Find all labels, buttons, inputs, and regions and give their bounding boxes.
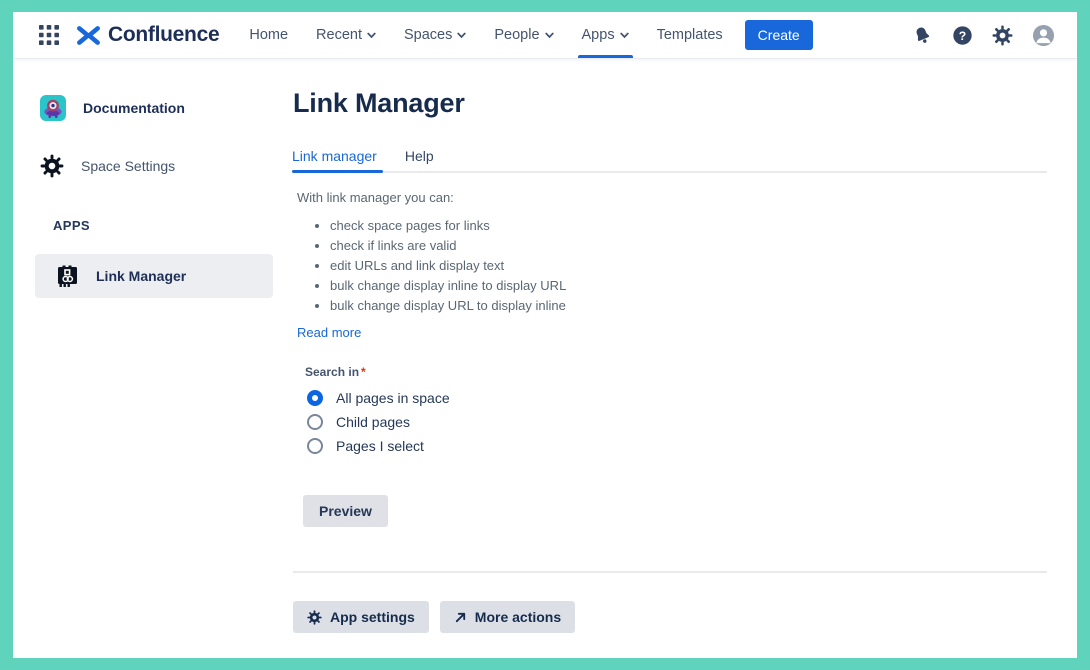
page-title: Link Manager: [293, 88, 1047, 119]
app-switcher-icon[interactable]: [39, 25, 59, 45]
navbar-right-icons: ?: [912, 24, 1055, 47]
documentation-space-icon: [40, 95, 66, 121]
chevron-down-icon: [457, 32, 466, 39]
sidebar-item-label: Documentation: [83, 100, 185, 116]
confluence-wordmark: Confluence: [108, 23, 219, 47]
radio-button[interactable]: [307, 414, 323, 430]
arrow-up-right-icon: [454, 611, 467, 624]
main-panel: Link Manager Link manager Help With link…: [281, 58, 1077, 658]
create-button[interactable]: Create: [745, 20, 813, 50]
primary-nav: Home Recent Spaces People Apps Templates: [235, 12, 736, 58]
nav-item-spaces[interactable]: Spaces: [390, 12, 480, 58]
preview-button[interactable]: Preview: [303, 495, 388, 527]
nav-item-apps[interactable]: Apps: [568, 12, 643, 58]
radio-pages-i-select[interactable]: Pages I select: [307, 438, 1047, 454]
footer-actions: App settings More actions: [293, 601, 1047, 633]
radio-child-pages[interactable]: Child pages: [307, 414, 1047, 430]
feature-list: check space pages for links check if lin…: [293, 216, 1047, 316]
nav-item-templates[interactable]: Templates: [643, 12, 737, 58]
feature-list-item: bulk change display inline to display UR…: [330, 276, 1047, 296]
settings-gear-icon[interactable]: [992, 25, 1013, 46]
svg-text:?: ?: [959, 28, 966, 42]
chevron-down-icon: [620, 32, 629, 39]
chevron-down-icon: [367, 32, 376, 39]
sidebar-item-label: Link Manager: [96, 268, 186, 284]
sidebar-item-label: Space Settings: [81, 158, 175, 174]
feature-list-item: check if links are valid: [330, 236, 1047, 256]
feature-list-item: check space pages for links: [330, 216, 1047, 236]
space-settings-gear-icon: [40, 154, 64, 178]
search-in-radio-group: All pages in space Child pages Pages I s…: [307, 390, 1047, 454]
confluence-logo-icon: [76, 23, 101, 48]
feature-list-item: edit URLs and link display text: [330, 256, 1047, 276]
required-asterisk: *: [361, 365, 366, 379]
radio-button[interactable]: [307, 438, 323, 454]
intro-text: With link manager you can:: [293, 190, 1047, 205]
feature-list-item: bulk change display URL to display inlin…: [330, 296, 1047, 316]
more-actions-button[interactable]: More actions: [440, 601, 575, 633]
section-divider: [293, 571, 1047, 573]
tab-help[interactable]: Help: [395, 148, 444, 173]
avatar[interactable]: [1032, 24, 1055, 47]
tab-link-manager[interactable]: Link manager: [292, 148, 387, 173]
help-icon[interactable]: ?: [952, 25, 973, 46]
tab-bar: Link manager Help: [293, 148, 1047, 173]
notifications-bell-icon[interactable]: [912, 25, 933, 46]
nav-item-home[interactable]: Home: [235, 12, 302, 58]
read-more-link[interactable]: Read more: [293, 325, 361, 340]
nav-item-people[interactable]: People: [480, 12, 567, 58]
sidebar-apps-header: APPS: [53, 218, 281, 233]
link-manager-app-icon: [54, 263, 81, 290]
confluence-window: Confluence Home Recent Spaces People App…: [13, 12, 1077, 658]
chevron-down-icon: [545, 32, 554, 39]
radio-button-selected[interactable]: [307, 390, 323, 406]
top-navbar: Confluence Home Recent Spaces People App…: [13, 12, 1077, 58]
sidebar-item-link-manager[interactable]: Link Manager: [35, 254, 273, 298]
app-settings-button[interactable]: App settings: [293, 601, 429, 633]
confluence-logo[interactable]: Confluence: [76, 23, 219, 48]
page-body: Documentation Space Settings APPS: [13, 58, 1077, 658]
radio-all-pages-in-space[interactable]: All pages in space: [307, 390, 1047, 406]
sidebar-item-space-settings[interactable]: Space Settings: [40, 154, 281, 178]
space-sidebar: Documentation Space Settings APPS: [13, 58, 281, 658]
gear-icon: [307, 610, 322, 625]
search-in-label: Search in*: [305, 365, 1047, 379]
nav-item-recent[interactable]: Recent: [302, 12, 390, 58]
sidebar-item-documentation[interactable]: Documentation: [40, 95, 281, 121]
